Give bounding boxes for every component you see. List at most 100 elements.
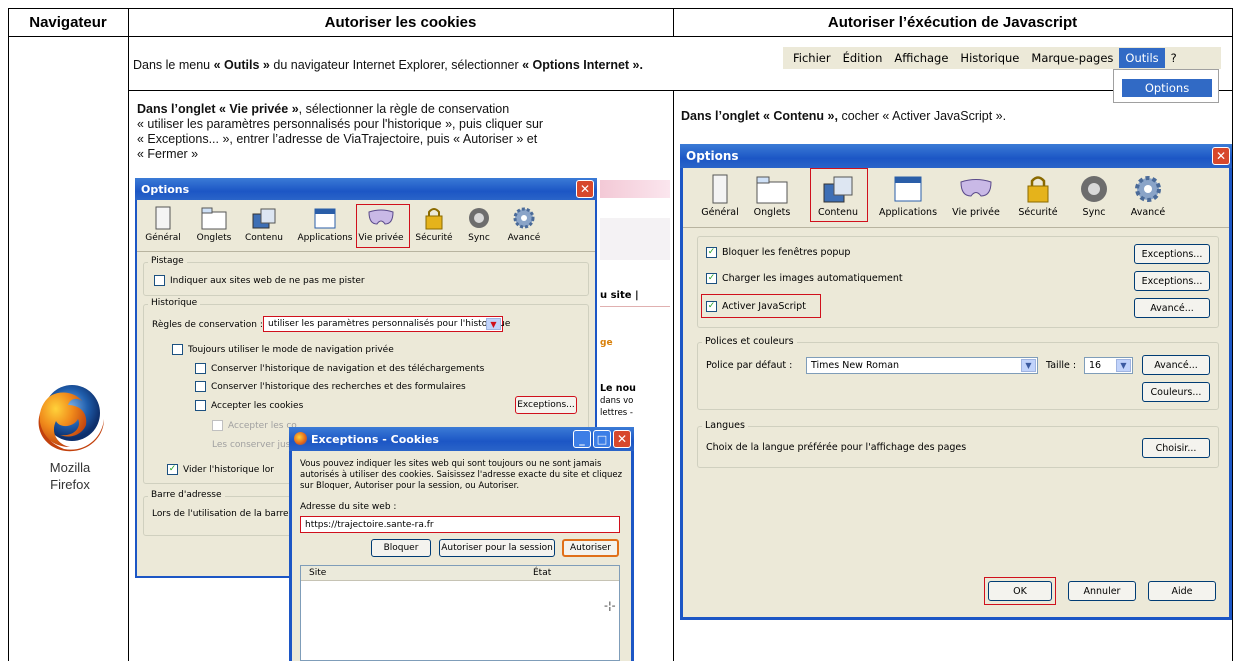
general-icon [143, 206, 183, 233]
history-nav-checkbox[interactable]: Conserver l'historique de navigation et … [195, 363, 484, 374]
tab-general-large[interactable]: Général [700, 174, 740, 218]
applications-icon [297, 206, 353, 233]
lock-icon [414, 206, 454, 233]
options-small-close-icon[interactable]: ✕ [576, 180, 594, 198]
accept-cookies-checkbox[interactable]: Accepter les cookies [195, 400, 303, 411]
site-address-input[interactable]: https://trajectoire.sante-ra.fr [300, 516, 620, 533]
check-icon: ✓ [167, 464, 178, 475]
sync-icon [462, 206, 496, 233]
cancel-button[interactable]: Annuler [1068, 581, 1136, 601]
allow-session-button[interactable]: Autoriser pour la session [439, 539, 555, 557]
tab-sync-large[interactable]: Sync [1074, 174, 1114, 218]
applications-icon [876, 174, 940, 207]
options-large-titlebar: Options [680, 144, 1232, 168]
firefox-menubar: Fichier Édition Affichage Historique Mar… [783, 47, 1221, 69]
tab-securite-large[interactable]: Sécurité [1014, 174, 1062, 218]
bg-banner [600, 180, 670, 198]
checkbox-icon [195, 400, 206, 411]
menu-historique[interactable]: Historique [954, 48, 1025, 68]
clear-history-checkbox[interactable]: ✓ Vider l'historique lor [167, 464, 274, 475]
colors-button[interactable]: Couleurs... [1142, 382, 1210, 402]
exceptions-button[interactable]: Exceptions... [515, 396, 577, 414]
firefox-small-icon [294, 432, 307, 445]
header-bottom-border [8, 36, 1233, 37]
private-mode-checkbox[interactable]: Toujours utiliser le mode de navigation … [172, 344, 394, 355]
tab-applications[interactable]: Applications [297, 206, 353, 243]
tab-avance-large[interactable]: Avancé [1126, 174, 1170, 218]
block-popup-checkbox[interactable]: ✓ Bloquer les fenêtres popup [706, 247, 850, 258]
exceptions-popup-button[interactable]: Exceptions... [1134, 244, 1210, 264]
exceptions-list[interactable]: Site État -¦- [300, 565, 620, 661]
mask-icon [950, 174, 1002, 207]
lock-icon [1014, 174, 1062, 207]
checkbox-icon [212, 420, 223, 431]
fonts-label: Polices et couleurs [702, 336, 797, 347]
block-button[interactable]: Bloquer [371, 539, 431, 557]
size-select[interactable]: 16 ▼ [1084, 357, 1133, 374]
exceptions-desc-2: autorisés à utiliser des cookies. Saisis… [300, 470, 623, 480]
exceptions-title: Exceptions - Cookies [311, 432, 439, 446]
menu-item-options[interactable]: Options [1122, 79, 1212, 97]
menu-fichier[interactable]: Fichier [787, 48, 837, 68]
help-button[interactable]: Aide [1148, 581, 1216, 601]
options-large-close-icon[interactable]: ✕ [1212, 147, 1230, 165]
toolbar-separator [137, 251, 595, 252]
sync-icon [1074, 174, 1114, 207]
tab-avance[interactable]: Avancé [504, 206, 544, 243]
menu-marque-pages[interactable]: Marque-pages [1025, 48, 1119, 68]
choose-language-button[interactable]: Choisir... [1142, 438, 1210, 458]
pistage-checkbox[interactable]: Indiquer aux sites web de ne pas me pist… [154, 275, 365, 286]
dropdown-arrow-icon: ▼ [486, 318, 501, 330]
tab-contenu[interactable]: Contenu [242, 206, 286, 243]
history-search-checkbox[interactable]: Conserver l'historique des recherches et… [195, 381, 466, 392]
highlight-vie-privee [356, 204, 410, 248]
toolbar-separator [683, 227, 1229, 228]
tab-general[interactable]: Général [143, 206, 183, 243]
options-large-title: Options [686, 149, 739, 163]
menu-outils[interactable]: Outils [1119, 48, 1165, 68]
pistage-label: Pistage [148, 256, 187, 266]
col1-divider [128, 8, 129, 661]
instruction-cookies: Dans l’onglet « Vie privée », sélectionn… [137, 102, 544, 161]
bg-text-2: ge [600, 338, 613, 348]
resize-cursor-icon: -¦- [604, 599, 616, 612]
content-icon [242, 206, 286, 233]
gear-icon [504, 206, 544, 233]
default-font-select[interactable]: Times New Roman ▼ [806, 357, 1038, 374]
header-browser: Navigateur [29, 13, 107, 31]
address-bar-text: Lors de l'utilisation de la barre d'a [152, 509, 306, 519]
tabs-icon [194, 206, 234, 233]
advanced-js-button[interactable]: Avancé... [1134, 298, 1210, 318]
col-state-header[interactable]: État [533, 568, 551, 578]
tab-sync[interactable]: Sync [462, 206, 496, 243]
menu-help[interactable]: ? [1165, 48, 1183, 68]
options-small-title: Options [141, 182, 190, 196]
list-header [301, 566, 619, 581]
row-divider [128, 90, 1233, 91]
third-party-checkbox[interactable]: Accepter les co [212, 420, 297, 431]
tabs-icon [752, 174, 792, 207]
instruction-menu: Dans le menu « Outils » du navigateur In… [133, 58, 643, 72]
header-javascript: Autoriser l’éxécution de Javascript [827, 13, 1078, 31]
tab-vie-privee-large[interactable]: Vie privée [950, 174, 1002, 218]
checkbox-icon [172, 344, 183, 355]
firefox-logo-icon [30, 375, 110, 455]
allow-button[interactable]: Autoriser [562, 539, 619, 557]
tab-onglets[interactable]: Onglets [194, 206, 234, 243]
tab-applications-large[interactable]: Applications [876, 174, 940, 218]
exceptions-close-icon[interactable]: ✕ [613, 430, 631, 448]
general-icon [700, 174, 740, 207]
advanced-fonts-button[interactable]: Avancé... [1142, 355, 1210, 375]
maximize-icon[interactable]: □ [593, 430, 611, 448]
site-address-label: Adresse du site web : [300, 502, 397, 512]
tab-onglets-large[interactable]: Onglets [752, 174, 792, 218]
historique-label: Historique [148, 298, 201, 308]
regles-select[interactable]: utiliser les paramètres personnalisés po… [263, 316, 510, 332]
col-site-header[interactable]: Site [309, 568, 326, 578]
minimize-icon[interactable]: _ [573, 430, 591, 448]
exceptions-images-button[interactable]: Exceptions... [1134, 271, 1210, 291]
menu-edition[interactable]: Édition [837, 48, 889, 68]
menu-affichage[interactable]: Affichage [888, 48, 954, 68]
tab-securite[interactable]: Sécurité [414, 206, 454, 243]
load-images-checkbox[interactable]: ✓ Charger les images automatiquement [706, 273, 903, 284]
